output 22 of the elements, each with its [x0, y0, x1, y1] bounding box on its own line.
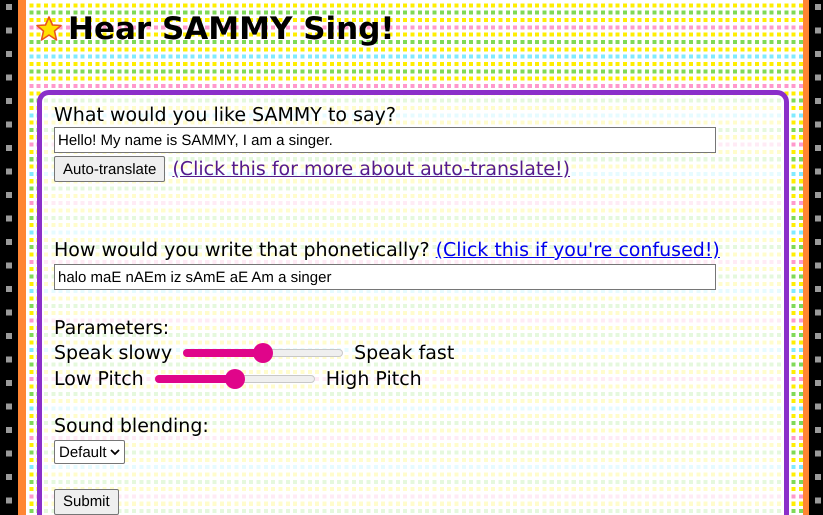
slider-thumb[interactable]: [253, 343, 274, 363]
chevron-down-icon: [110, 448, 120, 456]
slider-label: Low Pitch: [54, 367, 144, 391]
submit-button[interactable]: Submit: [54, 488, 119, 514]
auto-translate-button[interactable]: Auto-translate: [54, 156, 166, 182]
auto-translate-link[interactable]: (Click this for more about auto-translate!): [172, 157, 570, 181]
blending-label: Sound blending:: [54, 414, 210, 438]
slider-label: Speak fast: [354, 341, 454, 365]
blending-dropdown[interactable]: Default: [54, 440, 125, 464]
slider-label: High Pitch: [326, 367, 422, 391]
phonetic-label: How would you write that phonetically?: [54, 238, 430, 262]
parameters-label: Parameters:: [54, 316, 170, 340]
page-title: Hear SAMMY Sing!: [68, 11, 395, 47]
confused-link[interactable]: (Click this if you're confused!): [436, 238, 720, 262]
slider[interactable]: [154, 369, 315, 389]
slider-label: Speak slowy: [54, 341, 172, 365]
say-label: What would you like SAMMY to say?: [54, 103, 397, 127]
say-input[interactable]: Hello! My name is SAMMY, I am a singer.: [54, 127, 716, 153]
slider[interactable]: [183, 343, 344, 363]
phonetic-input[interactable]: halo maE nAEm iz sAmE aE Am a singer: [54, 264, 716, 290]
star-icon: [36, 16, 62, 42]
slider-thumb[interactable]: [224, 369, 245, 389]
